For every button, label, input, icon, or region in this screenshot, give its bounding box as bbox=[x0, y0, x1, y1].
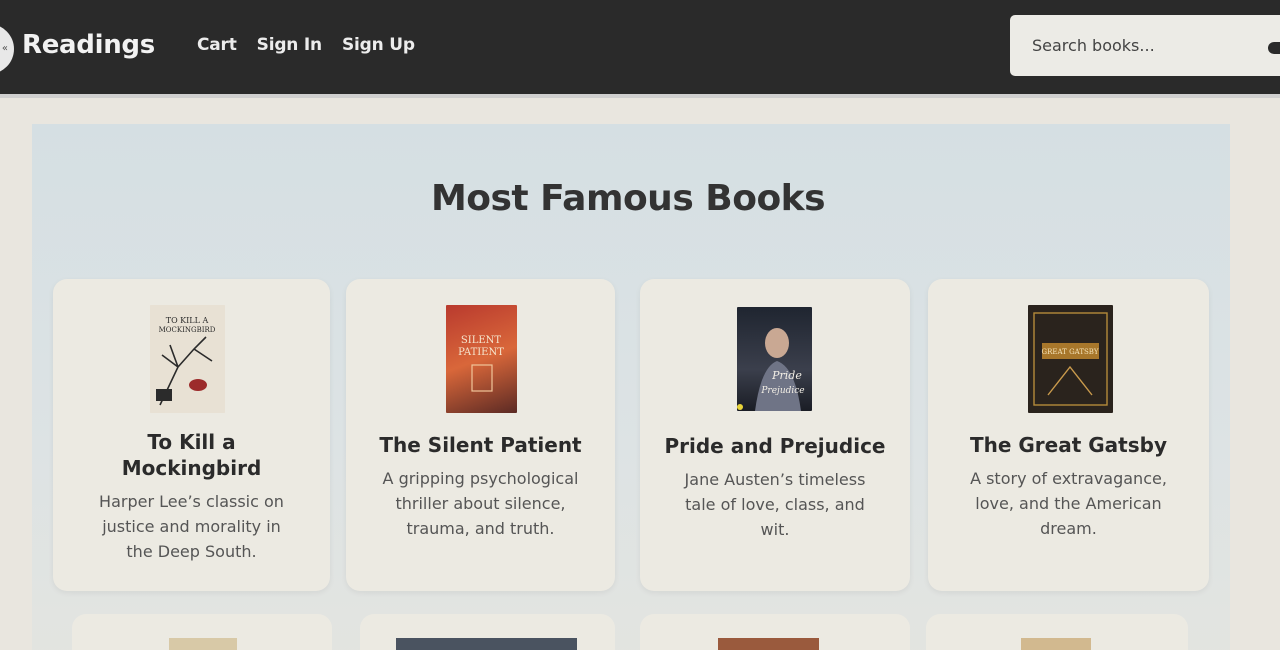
book-cover[interactable] bbox=[718, 638, 819, 650]
book-card[interactable] bbox=[640, 614, 910, 650]
book-cover[interactable]: GREAT GATSBY bbox=[1028, 305, 1113, 413]
book-title[interactable]: The Silent Patient bbox=[356, 432, 605, 458]
book-card[interactable] bbox=[72, 614, 332, 650]
book-description: A story of extravagance, love, and the A… bbox=[946, 466, 1191, 541]
book-cover[interactable] bbox=[396, 638, 577, 650]
book-description-line: dream. bbox=[1040, 519, 1097, 538]
book-title-line: To Kill a bbox=[147, 430, 236, 454]
book-cover-art: GREAT GATSBY bbox=[1033, 312, 1108, 406]
book-title[interactable]: The Great Gatsby bbox=[938, 432, 1199, 458]
top-navbar: « Readings Cart Sign In Sign Up bbox=[0, 0, 1280, 98]
book-title-line: Mockingbird bbox=[121, 456, 262, 480]
book-title[interactable]: To Kill a Mockingbird bbox=[63, 429, 320, 481]
book-cover[interactable]: Pride Prejudice bbox=[737, 307, 812, 411]
cover-title-line: MOCKINGBIRD bbox=[159, 326, 216, 334]
cover-title-line: TO KILL A bbox=[166, 316, 209, 325]
nav-links: Cart Sign In Sign Up bbox=[197, 35, 415, 55]
search-input[interactable] bbox=[1010, 15, 1280, 76]
book-cover[interactable]: TO KILL A MOCKINGBIRD bbox=[150, 305, 225, 413]
logo-icon[interactable]: « bbox=[0, 24, 14, 74]
book-card[interactable]: Pride Prejudice Pride and Prejudice Jane… bbox=[640, 279, 910, 591]
book-description: Harper Lee’s classic on justice and mora… bbox=[71, 489, 312, 564]
cover-title-line: PATIENT bbox=[458, 347, 504, 358]
cover-title-line: SILENT bbox=[461, 335, 501, 346]
book-description-line: A story of extravagance, bbox=[970, 469, 1167, 488]
search-box bbox=[1010, 15, 1280, 76]
book-description-line: A gripping psychological bbox=[382, 469, 579, 488]
book-cover[interactable] bbox=[169, 638, 237, 650]
section-title: Most Famous Books bbox=[430, 178, 826, 219]
book-card[interactable]: GREAT GATSBY The Great Gatsby A story of… bbox=[928, 279, 1209, 591]
book-description-line: trauma, and truth. bbox=[406, 519, 555, 538]
book-description-line: justice and morality in bbox=[102, 517, 281, 536]
search-button[interactable] bbox=[1268, 42, 1280, 54]
book-description-line: thriller about silence, bbox=[395, 494, 566, 513]
book-cover[interactable]: SILENT PATIENT bbox=[446, 305, 517, 413]
book-description-line: tale of love, class, and bbox=[685, 495, 865, 514]
cover-title-line: Pride bbox=[771, 369, 802, 382]
book-cover[interactable] bbox=[1021, 638, 1091, 650]
book-title[interactable]: Pride and Prejudice bbox=[650, 433, 900, 459]
book-card[interactable]: TO KILL A MOCKINGBIRD To Kill a Mockingb… bbox=[53, 279, 330, 591]
book-card[interactable] bbox=[926, 614, 1188, 650]
book-description-line: Jane Austen’s timeless bbox=[684, 470, 866, 489]
book-description-line: the Deep South. bbox=[126, 542, 257, 561]
book-description: A gripping psychological thriller about … bbox=[364, 466, 597, 541]
book-description-line: Harper Lee’s classic on bbox=[99, 492, 284, 511]
cover-title-line: GREAT GATSBY bbox=[1042, 348, 1099, 356]
book-description: Jane Austen’s timeless tale of love, cla… bbox=[658, 467, 892, 542]
book-description-line: wit. bbox=[760, 520, 790, 539]
brand-name[interactable]: Readings bbox=[22, 30, 155, 60]
book-card[interactable] bbox=[360, 614, 615, 650]
nav-sign-in-link[interactable]: Sign In bbox=[257, 35, 322, 55]
nav-sign-up-link[interactable]: Sign Up bbox=[342, 35, 415, 55]
logo-glyph: « bbox=[1, 43, 8, 54]
nav-cart-link[interactable]: Cart bbox=[197, 35, 237, 55]
book-cover-art: Pride Prejudice bbox=[737, 328, 805, 411]
cover-title-line: Prejudice bbox=[760, 386, 804, 396]
book-description-line: love, and the American bbox=[975, 494, 1162, 513]
book-cover-art: TO KILL A MOCKINGBIRD bbox=[150, 305, 225, 413]
book-card[interactable]: SILENT PATIENT The Silent Patient A grip… bbox=[346, 279, 615, 591]
book-cover-art: SILENT PATIENT bbox=[458, 335, 504, 392]
